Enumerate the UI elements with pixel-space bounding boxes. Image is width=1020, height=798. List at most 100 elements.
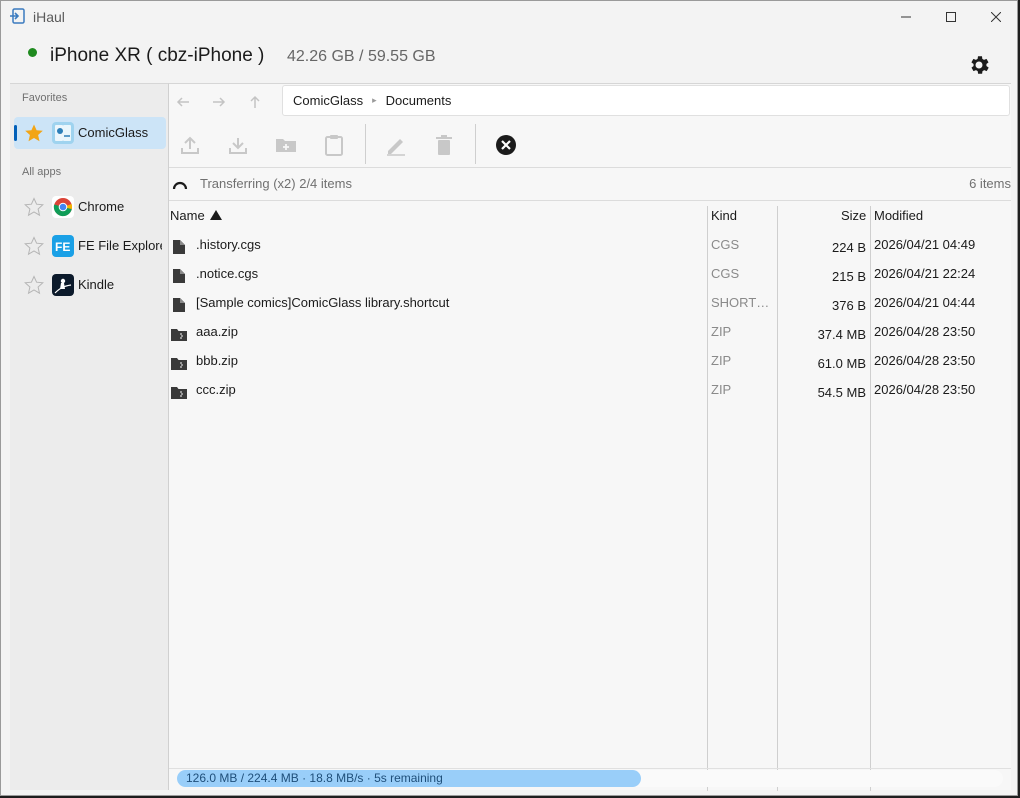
rename-icon [387,139,405,156]
sidebar-item-chrome[interactable]: Chrome [14,191,166,223]
download-button[interactable] [224,131,252,159]
ihaul-app-icon [10,8,25,24]
cancel-transfer-icon [496,135,516,155]
file-modified: 2026/04/28 23:50 [874,353,976,368]
file-modified: 2026/04/21 04:49 [874,237,976,252]
file-size: 37.4 MB [817,327,866,342]
download-icon [229,138,247,154]
maximize-icon [946,11,956,22]
file-kind: ZIP [711,353,732,368]
file-name: ccc.zip [196,382,236,397]
star-outline-icon[interactable] [24,197,44,217]
table-row[interactable]: bbb.zip ZIP 61.0 MB 2026/04/28 23:50 [169,347,1011,376]
table-row[interactable]: .history.cgs CGS 224 B 2026/04/21 04:49 [169,231,1011,260]
zip-icon [171,357,187,371]
sidebar-item-label: FE File Explorer [78,238,162,253]
selection-indicator [14,125,17,141]
new-folder-button[interactable] [272,131,300,159]
column-header-name-label: Name [170,208,205,223]
star-outline-icon[interactable] [24,236,44,256]
sidebar-item-kindle[interactable]: Kindle [14,269,166,301]
progress-text: 126.0 MB / 224.4 MB · 18.8 MB/s · 5s rem… [186,771,443,785]
upload-button[interactable] [176,131,204,159]
transfer-status-text: Transferring (x2) 2/4 items [200,176,352,191]
file-kind: ZIP [711,324,732,339]
loading-spinner-icon [172,181,188,190]
device-name: iPhone XR ( cbz-iPhone ) [50,45,265,66]
gear-icon[interactable] [967,53,991,77]
favorites-header: Favorites [22,92,68,104]
transfer-progress-bar: 126.0 MB / 224.4 MB · 18.8 MB/s · 5s rem… [177,770,1003,787]
file-name: aaa.zip [196,324,238,339]
forward-arrow-icon[interactable] [206,92,232,112]
cancel-transfer-button[interactable] [492,131,520,159]
app-window: iHaul iPhone XR ( cbz-iPhone ) 42.26 GB … [0,0,1018,796]
file-name: .history.cgs [196,237,261,252]
toolbar-divider [475,124,476,164]
svg-text:FE: FE [55,240,70,254]
table-row[interactable]: [Sample comics]ComicGlass library.shortc… [169,289,1011,318]
file-size: 61.0 MB [817,356,866,371]
file-kind: CGS [711,266,740,281]
table-row[interactable]: ccc.zip ZIP 54.5 MB 2026/04/28 23:50 [169,376,1011,405]
column-header-modified[interactable]: Modified [874,208,923,223]
column-header-name[interactable]: Name [170,208,223,223]
comicglass-app-icon [52,122,74,144]
file-name: bbb.zip [196,353,238,368]
column-header-size[interactable]: Size [841,208,866,223]
breadcrumb-item-documents[interactable]: Documents [386,93,452,108]
file-icon [173,240,185,254]
delete-icon [436,135,452,155]
sidebar-item-fe-file-explorer[interactable]: FE FE File Explorer [14,230,166,262]
table-row[interactable]: .notice.cgs CGS 215 B 2026/04/21 22:24 [169,260,1011,289]
kindle-app-icon [52,274,74,296]
toolbar-divider [365,124,366,164]
file-size: 224 B [832,240,866,255]
file-icon [173,298,185,312]
table-footer-divider [169,768,1011,769]
file-size: 215 B [832,269,866,284]
minimize-button[interactable] [883,1,929,32]
new-folder-icon [276,139,296,152]
sidebar-item-label: Chrome [78,199,125,214]
upload-icon [181,136,199,154]
star-filled-icon[interactable] [24,123,44,143]
sidebar-item-label: ComicGlass [78,125,149,140]
delete-button[interactable] [430,131,458,159]
back-arrow-icon[interactable] [170,92,196,112]
sort-ascending-icon [210,210,223,220]
file-kind: ZIP [711,382,732,397]
sidebar-item-comicglass[interactable]: ComicGlass [14,117,166,149]
file-modified: 2026/04/28 23:50 [874,382,976,397]
file-size: 54.5 MB [817,385,866,400]
up-arrow-icon[interactable] [242,92,268,112]
zip-icon [171,328,187,342]
item-count: 6 items [969,176,1011,191]
paste-icon [325,135,343,156]
close-button[interactable] [973,1,1017,32]
sidebar-item-label: Kindle [78,277,115,292]
file-icon [173,269,185,283]
breadcrumb-item-comicglass[interactable]: ComicGlass [293,93,363,108]
breadcrumb: ComicGlass ▸ Documents [282,85,1010,116]
column-header-kind[interactable]: Kind [711,208,737,223]
file-size: 376 B [832,298,866,313]
zip-icon [171,386,187,400]
file-modified: 2026/04/21 04:44 [874,295,976,310]
transfer-status-bar: Transferring (x2) 2/4 items 6 items [169,169,1011,201]
file-modified: 2026/04/28 23:50 [874,324,976,339]
star-outline-icon[interactable] [24,275,44,295]
file-name: [Sample comics]ComicGlass library.shortc… [196,295,450,310]
all-apps-header: All apps [22,166,62,178]
chevron-right-icon: ▸ [372,95,377,105]
maximize-button[interactable] [928,1,974,32]
rename-button[interactable] [382,131,410,159]
file-modified: 2026/04/21 22:24 [874,266,976,281]
table-header: Name Kind Size Modified [169,205,1011,227]
file-browser: ComicGlass ▸ Documents Transferring (x2)… [169,83,1011,791]
table-row[interactable]: aaa.zip ZIP 37.4 MB 2026/04/28 23:50 [169,318,1011,347]
file-name: .notice.cgs [196,266,259,281]
paste-button[interactable] [320,131,348,159]
device-connected-indicator [28,48,37,57]
close-icon [991,11,1001,22]
